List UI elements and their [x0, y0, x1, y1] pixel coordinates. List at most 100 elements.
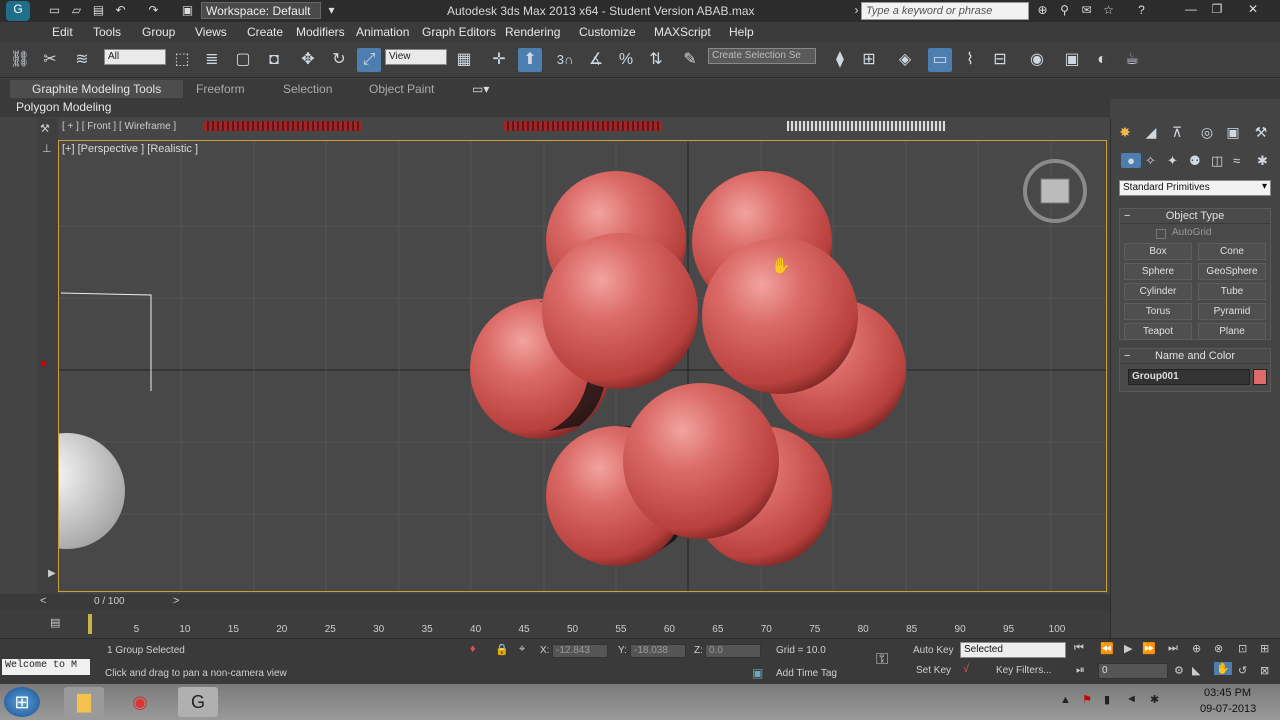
clock-date[interactable]: 09-07-2013 — [1200, 703, 1256, 715]
angle-snap-icon[interactable]: ∡ — [584, 48, 608, 72]
align-icon[interactable]: ⊞ — [857, 48, 881, 72]
modify-tab-icon[interactable]: ◢ — [1141, 124, 1161, 142]
time-tag-icon[interactable]: ▣ — [752, 666, 763, 680]
x-coordinate-field[interactable]: -12.843 — [552, 644, 608, 658]
maxscript-listener[interactable]: Welcome to M — [2, 659, 90, 675]
snap-toggle-icon[interactable]: 3∩ — [553, 48, 577, 72]
object-name-field[interactable]: Group001 — [1128, 369, 1250, 385]
render-setup-icon[interactable]: ▣ — [1060, 48, 1084, 72]
time-config-icon[interactable]: ⚙ — [1174, 664, 1184, 677]
spinner-snap-icon[interactable]: ⇅ — [644, 48, 668, 72]
current-frame-field[interactable]: 0 — [1098, 663, 1168, 679]
binoculars-icon[interactable]: ⊕ — [1034, 2, 1051, 18]
perspective-viewport-label[interactable]: [+] [Perspective ] [Realistic ] — [62, 143, 198, 155]
rollout-header[interactable]: − Object Type — [1120, 209, 1270, 224]
bind-space-warp-icon[interactable]: ≋ — [70, 48, 94, 72]
menu-create[interactable]: Create — [247, 25, 283, 39]
cameras-icon[interactable]: ⚉ — [1189, 153, 1201, 169]
object-color-swatch[interactable] — [1253, 369, 1267, 385]
lights-icon[interactable]: ✦ — [1167, 153, 1178, 169]
maximize-viewport-icon[interactable]: ⊠ — [1260, 664, 1269, 677]
workspace-dropdown[interactable]: Workspace: Default — [201, 2, 321, 19]
maximize-icon[interactable]: ❐ — [1204, 0, 1230, 18]
teapot-button[interactable]: Teapot — [1124, 323, 1192, 340]
new-file-icon[interactable]: ▭ — [46, 2, 63, 18]
menu-animation[interactable]: Animation — [356, 25, 409, 39]
rectangle-selection-icon[interactable]: ▢ — [231, 48, 255, 72]
redo-icon[interactable]: ↷ — [145, 2, 162, 18]
next-key-icon[interactable]: ⏩ — [1142, 642, 1156, 655]
tab-selection[interactable]: Selection — [283, 82, 332, 96]
chrome-icon[interactable]: ◉ — [120, 687, 160, 717]
rendered-frame-icon[interactable]: ◐ — [1090, 48, 1114, 72]
track-bar[interactable]: ▤ 5 10 15 20 25 30 35 40 45 50 55 60 65 70 75 80 85 90 95 1… — [0, 610, 1110, 638]
create-tab-icon[interactable]: ✸ — [1115, 124, 1135, 142]
select-manipulate-icon[interactable]: ✛ — [487, 48, 511, 72]
default-tangent-icon[interactable]: √ — [963, 663, 969, 675]
menu-edit[interactable]: Edit — [52, 25, 73, 39]
auto-key-button[interactable]: Auto Key — [913, 645, 954, 656]
tray-arrow-icon[interactable]: ▲ — [1060, 694, 1071, 706]
open-file-icon[interactable]: ▱ — [68, 2, 85, 18]
perspective-viewport[interactable]: ✋ — [58, 140, 1107, 592]
zoom-all-icon[interactable]: ⊗ — [1214, 642, 1223, 655]
scale-icon[interactable]: ⤢ — [357, 48, 381, 72]
project-folder-icon[interactable]: ▣ — [179, 2, 196, 18]
next-frame-icon[interactable]: > — [173, 595, 179, 607]
box-button[interactable]: Box — [1124, 243, 1192, 260]
helpers-icon[interactable]: ◫ — [1211, 153, 1223, 169]
undo-icon[interactable]: ↶ — [112, 2, 129, 18]
set-key-button[interactable]: Set Key — [916, 665, 951, 676]
time-slider[interactable]: < 0 / 100 > — [0, 594, 1110, 610]
geometry-icon[interactable]: ● — [1121, 153, 1141, 168]
z-coordinate-field[interactable]: 0.0 — [705, 644, 761, 658]
close-icon[interactable]: ✕ — [1240, 0, 1266, 18]
communication-icon[interactable]: ✉ — [1078, 2, 1095, 18]
tray-bluetooth-icon[interactable]: ✱ — [1150, 693, 1159, 706]
render-production-icon[interactable]: ☕ — [1120, 48, 1144, 72]
window-crossing-icon[interactable]: ◘ — [262, 48, 286, 72]
chevron-down-icon[interactable]: ▾ — [323, 2, 340, 18]
ribbon-panel-polygon-modeling[interactable]: Polygon Modeling — [16, 100, 111, 114]
minimize-icon[interactable]: — — [1178, 0, 1204, 18]
key-mode-dropdown[interactable]: Selected — [960, 642, 1066, 658]
link-icon[interactable]: ⛓ — [8, 48, 32, 72]
subscription-icon[interactable]: ⚲ — [1056, 2, 1073, 18]
layer-manager-icon[interactable]: ◈ — [893, 48, 917, 72]
help-icon[interactable]: ? — [1133, 2, 1150, 18]
tray-alert-icon[interactable]: ⚑ — [1082, 693, 1092, 706]
menu-views[interactable]: Views — [195, 25, 227, 39]
orbit-icon[interactable]: ↺ — [1238, 664, 1247, 677]
go-to-end-icon[interactable]: ⏭ — [1168, 642, 1178, 655]
add-time-tag[interactable]: Add Time Tag — [776, 668, 837, 679]
clock-time[interactable]: 03:45 PM — [1204, 687, 1251, 699]
material-editor-icon[interactable]: ◉ — [1025, 48, 1049, 72]
previous-key-icon[interactable]: ⏪ — [1100, 642, 1114, 655]
isolate-icon[interactable]: ♦ — [470, 643, 476, 655]
cylinder-button[interactable]: Cylinder — [1124, 283, 1192, 300]
hierarchy-tab-icon[interactable]: ⊼ — [1167, 124, 1187, 142]
menu-modifiers[interactable]: Modifiers — [296, 25, 345, 39]
unlink-icon[interactable]: ✂ — [38, 48, 62, 72]
front-viewport-label[interactable]: [ + ] [ Front ] [ Wireframe ] — [62, 121, 176, 132]
tube-button[interactable]: Tube — [1198, 283, 1266, 300]
menu-tools[interactable]: Tools — [93, 25, 121, 39]
zoom-icon[interactable]: ⊕ — [1192, 642, 1201, 655]
app-logo-icon[interactable]: G — [6, 1, 30, 21]
tray-volume-icon[interactable]: ◄ — [1126, 693, 1137, 705]
track-menu-icon[interactable]: ▤ — [50, 616, 60, 629]
viewport-menu-icon[interactable]: ⚒ — [40, 122, 50, 135]
zoom-extents-icon[interactable]: ⊡ — [1238, 642, 1247, 655]
move-icon[interactable]: ✥ — [296, 48, 320, 72]
cone-button[interactable]: Cone — [1198, 243, 1266, 260]
pan-view-icon[interactable]: ✋ — [1214, 662, 1232, 675]
file-explorer-icon[interactable]: ▇ — [64, 687, 104, 717]
motion-tab-icon[interactable]: ◎ — [1197, 124, 1217, 142]
primitive-category-dropdown[interactable]: Standard Primitives ▾ — [1119, 180, 1271, 196]
systems-icon[interactable]: ✱ — [1257, 153, 1268, 169]
start-button-icon[interactable]: ⊞ — [4, 687, 40, 717]
prev-frame-icon[interactable]: < — [40, 595, 46, 607]
menu-rendering[interactable]: Rendering — [505, 25, 560, 39]
graphite-toggle-icon[interactable]: ▭ — [928, 48, 952, 72]
tab-object-paint[interactable]: Object Paint — [369, 82, 434, 96]
